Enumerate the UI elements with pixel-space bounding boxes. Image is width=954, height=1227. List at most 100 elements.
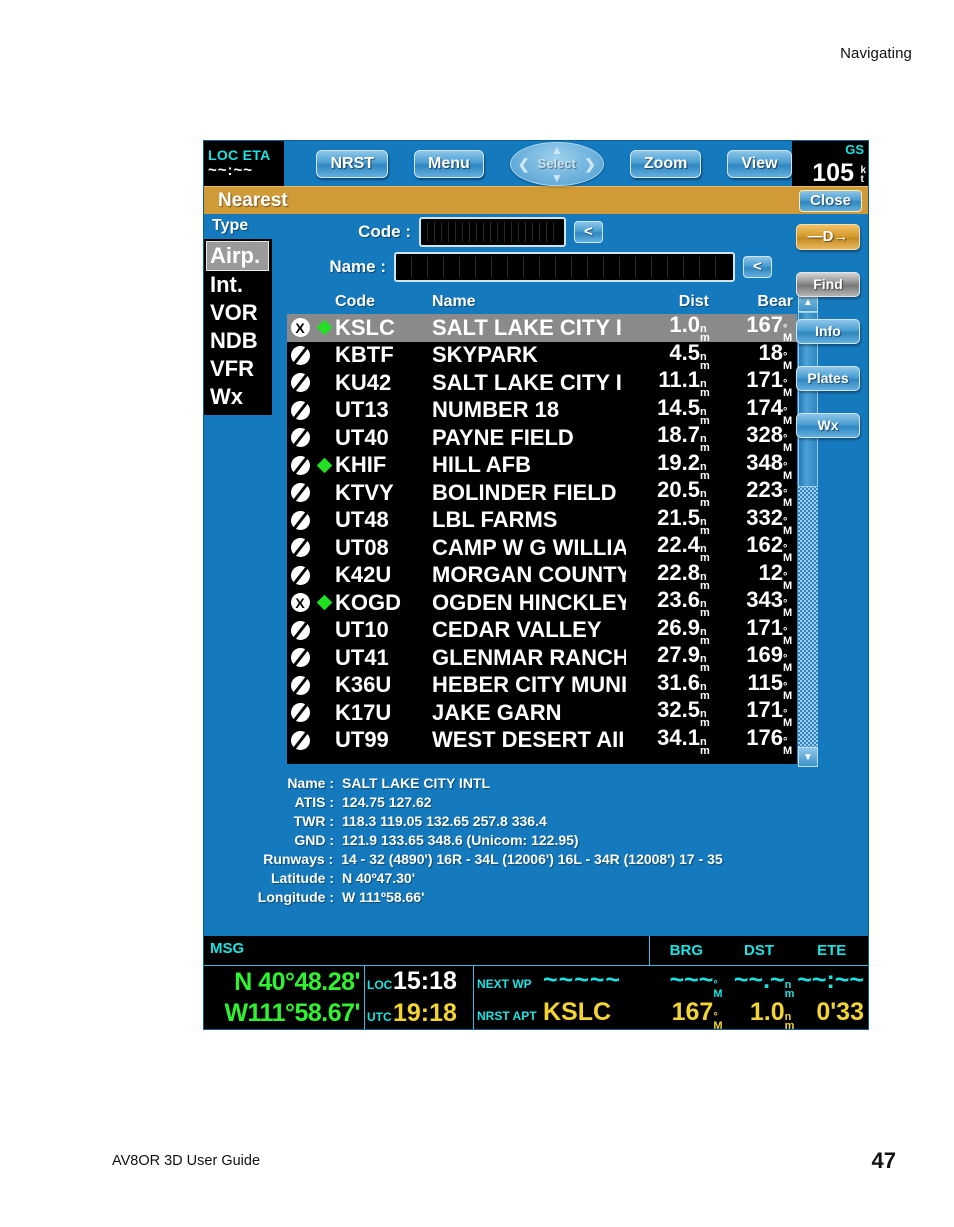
no-services-icon (290, 428, 310, 448)
type-option-vor[interactable]: VOR (204, 299, 272, 327)
towered-airport-icon: X (290, 318, 310, 338)
row-code: KU42 (335, 369, 392, 395)
table-row[interactable]: KBTF SKYPARK 4.5 n m 18 ° M (287, 339, 797, 372)
no-services-icon (290, 455, 310, 475)
chevron-down-icon[interactable]: ▼ (551, 172, 563, 184)
plates-button[interactable]: Plates (796, 366, 860, 391)
row-bearing: 171 ° M (746, 614, 793, 647)
type-option-ndb[interactable]: NDB (204, 327, 272, 355)
next-wp-id: ~~~~~ (543, 966, 621, 994)
detail-label-twr: TWR : (293, 813, 334, 829)
table-row[interactable]: UT48 LBL FARMS 21.5 n m 332 ° M (287, 505, 797, 536)
column-header-name: Name (432, 293, 476, 310)
ground-speed-label: GS (845, 142, 864, 157)
type-option-intersection[interactable]: Int. (204, 271, 272, 299)
table-row[interactable]: X KOGD OGDEN HINCKLEY 23.6 n m 343 ° M (287, 587, 797, 620)
row-name: PAYNE FIELD (432, 424, 574, 450)
action-button-column: —D→ Find Info Plates Wx (794, 224, 862, 438)
row-fuel-icon-cell (313, 457, 335, 474)
name-input[interactable] (394, 251, 735, 282)
table-row[interactable]: KU42 SALT LAKE CITY I 11.1 n m 171 ° M (287, 367, 797, 400)
detail-row-longitude: Longitude : W 111º58.66' (204, 888, 868, 907)
type-option-vfr[interactable]: VFR (204, 355, 272, 383)
row-distance: 26.9 n m (657, 614, 710, 647)
no-services-icon (290, 565, 310, 585)
table-row[interactable]: UT41 GLENMAR RANCH 27.9 n m 169 ° M (287, 642, 797, 675)
utc-time-label: UTC (367, 1010, 392, 1024)
bottom-status-bar: MSG BRG DST ETE N 40°48.28' W111°58.67' … (204, 936, 868, 1029)
dialog-title-bar: Nearest Close (204, 186, 868, 214)
view-button[interactable]: View (727, 149, 792, 178)
row-services-icon-cell: X (287, 593, 313, 613)
row-distance: 23.6 n m (657, 587, 710, 620)
row-distance: 4.5 n m (669, 339, 710, 372)
close-button[interactable]: Close (799, 189, 862, 212)
waypoint-info-widget: NEXT WP ~~~~~ ~~~ ° M ~~.~ nm ~~:~~ NRST… (474, 966, 868, 1029)
row-code: K17U (335, 699, 392, 725)
search-fields: Code : < Name : < (272, 214, 868, 292)
msg-button[interactable]: MSG (204, 936, 650, 965)
list-rows-container: X KSLC SALT LAKE CITY I 1.0 n m 167 ° M KBTF SKYPA… (287, 314, 797, 764)
row-code: UT99 (335, 727, 389, 753)
page-title: Nearest (218, 189, 288, 211)
row-distance: 27.9 n m (657, 642, 710, 675)
table-row[interactable]: K36U HEBER CITY MUNI 31.6 n m 115 ° M (287, 670, 797, 701)
row-code: KHIF (335, 452, 387, 478)
table-row[interactable]: K17U JAKE GARN 32.5 n m 171 ° M (287, 697, 797, 729)
select-dpad[interactable]: ▲ ▼ ❮ ❯ Select (509, 141, 604, 186)
table-row[interactable]: UT99 WEST DESERT AII 34.1 n m 176 ° M (287, 724, 797, 757)
chevron-up-icon[interactable]: ▲ (551, 144, 563, 156)
table-row[interactable]: KTVY BOLINDER FIELD 20.5 n m 223 ° M (287, 477, 797, 510)
chevron-right-icon[interactable]: ❯ (584, 157, 596, 171)
nrst-button[interactable]: NRST (316, 149, 389, 178)
next-wp-ete: ~~:~~ (797, 966, 864, 994)
row-code: KBTF (335, 342, 394, 368)
row-bearing: 171 ° M (746, 367, 793, 400)
table-row[interactable]: K42U MORGAN COUNTY 22.8 n m 12 ° M (287, 559, 797, 592)
code-backspace-button[interactable]: < (574, 220, 603, 243)
own-position-widget: N 40°48.28' W111°58.67' (204, 966, 365, 1029)
detail-label-runways: Runways : (263, 851, 334, 867)
detail-value-longitude: W 111º58.66' (342, 889, 425, 905)
row-code: K36U (335, 672, 392, 698)
code-input[interactable] (419, 216, 566, 247)
name-backspace-button[interactable]: < (743, 255, 772, 278)
row-name: LBL FARMS (432, 507, 558, 533)
chevron-left-icon[interactable]: ❮ (518, 157, 530, 171)
device-top-bar: LOC ETA ~~:~~ NRST Menu ▲ ▼ ❮ ❯ Select Z… (204, 141, 868, 186)
wx-button[interactable]: Wx (796, 413, 860, 438)
detail-value-twr: 118.3 119.05 132.65 257.8 336.4 (342, 813, 547, 829)
row-name: JAKE GARN (432, 699, 562, 725)
row-distance: 20.5 n m (657, 477, 710, 510)
table-row[interactable]: UT10 CEDAR VALLEY 26.9 n m 171 ° M (287, 614, 797, 647)
find-button[interactable]: Find (796, 272, 860, 297)
select-label: Select (537, 156, 576, 171)
row-distance: 34.1 n m (657, 724, 710, 757)
info-button[interactable]: Info (796, 319, 860, 344)
row-code: UT40 (335, 424, 389, 450)
fuel-available-icon (316, 594, 332, 611)
loc-eta-label: LOC ETA (208, 147, 271, 163)
zoom-button[interactable]: Zoom (629, 149, 702, 178)
type-option-airport[interactable]: Airp. (206, 241, 269, 271)
row-name: SALT LAKE CITY I (432, 314, 622, 340)
scroll-down-button[interactable]: ▼ (798, 747, 818, 767)
row-distance: 22.8 n m (657, 559, 710, 592)
table-row[interactable]: UT08 CAMP W G WILLIA 22.4 n m 162 ° M (287, 532, 797, 564)
no-services-icon (290, 620, 310, 640)
table-row[interactable]: KHIF HILL AFB 19.2 n m 348 ° M (287, 450, 797, 481)
row-services-icon-cell (287, 730, 313, 750)
row-services-icon-cell (287, 483, 313, 503)
row-distance: 11.1 n m (658, 367, 710, 400)
row-services-icon-cell (287, 565, 313, 585)
detail-row-atis: ATIS : 124.75 127.62 (204, 793, 868, 812)
type-option-wx[interactable]: Wx (204, 383, 272, 411)
direct-to-button[interactable]: —D→ (796, 224, 860, 250)
table-row[interactable]: UT13 NUMBER 18 14.5 n m 174 ° M (287, 395, 797, 426)
type-option-list: Airp. Int. VOR NDB VFR Wx (204, 239, 272, 415)
menu-button[interactable]: Menu (414, 149, 484, 178)
table-row[interactable]: UT40 PAYNE FIELD 18.7 n m 328 ° M (287, 422, 797, 454)
table-row[interactable]: X KSLC SALT LAKE CITY I 1.0 n m 167 ° M (287, 314, 797, 344)
detail-row-latitude: Latitude : N 40º47.30' (204, 869, 868, 888)
column-header-dist: Dist (678, 293, 709, 310)
